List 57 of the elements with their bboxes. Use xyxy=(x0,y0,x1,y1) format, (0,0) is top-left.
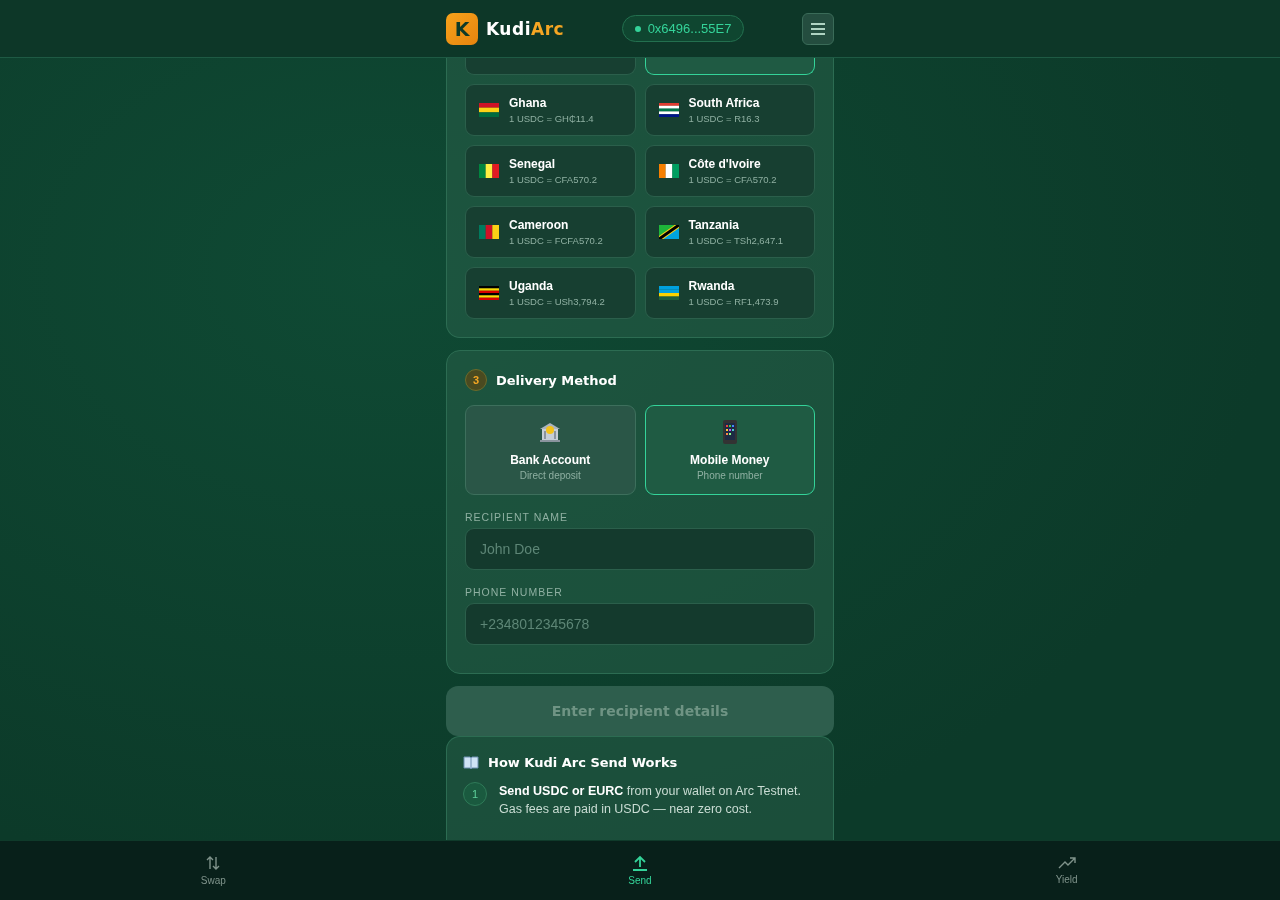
country-name: Senegal xyxy=(509,157,557,171)
phone-icon xyxy=(721,419,738,444)
input-field[interactable]: +2348012345678 xyxy=(465,603,815,645)
brand-name: KudiArc xyxy=(486,18,565,39)
flag-icon xyxy=(658,164,679,178)
step-number: 3 xyxy=(465,369,487,391)
country-option[interactable] xyxy=(644,58,815,75)
flag-icon xyxy=(479,164,499,178)
swap-arrows-icon xyxy=(205,855,222,871)
wallet-address-button[interactable]: 0x6496...55E7 xyxy=(621,15,745,42)
exchange-rate: 1 USDC = GH₵11.4 xyxy=(509,113,594,124)
country-option[interactable]: Ghana 1 USDC = GH₵11.4 xyxy=(465,84,636,136)
country-name: Uganda xyxy=(509,279,554,293)
nav-tab[interactable]: Swap xyxy=(186,841,240,900)
country-name: Ghana xyxy=(509,96,548,110)
upload-icon xyxy=(631,855,649,871)
field-label: PHONE NUMBER xyxy=(465,586,564,598)
country-option[interactable]: Rwanda 1 USDC = RF1,473.9 xyxy=(644,267,815,319)
flag-icon xyxy=(658,286,679,300)
section-title: Delivery Method xyxy=(496,372,617,388)
nav-tab[interactable]: Yield xyxy=(1041,841,1092,900)
country-name: Tanzania xyxy=(688,218,740,232)
flag-icon xyxy=(658,103,679,117)
exchange-rate: 1 USDC = RF1,473.9 xyxy=(688,296,779,307)
country-option[interactable]: Senegal 1 USDC = CFA570.2 xyxy=(465,145,636,197)
country-option[interactable]: Tanzania 1 USDC = TSh2,647.1 xyxy=(644,206,815,258)
menu-icon xyxy=(811,22,825,35)
book-icon xyxy=(463,756,479,769)
nav-tab[interactable]: Send xyxy=(614,841,666,900)
exchange-rate: 1 USDC = R16.3 xyxy=(688,113,760,124)
exchange-rate: 1 USDC = CFA570.2 xyxy=(688,174,777,185)
country-option[interactable]: Uganda 1 USDC = USh3,794.2 xyxy=(465,267,636,319)
delivery-method-option[interactable]: Bank Account Direct deposit xyxy=(465,405,636,495)
country-option[interactable]: South Africa 1 USDC = R16.3 xyxy=(644,84,815,136)
section-title: How Kudi Arc Send Works xyxy=(488,755,678,770)
logo-icon: K xyxy=(446,12,478,45)
country-option[interactable]: Cameroon 1 USDC = FCFA570.2 xyxy=(465,206,636,258)
flag-icon xyxy=(479,286,499,300)
country-name: Côte d'Ivoire xyxy=(688,157,762,171)
field-label: RECIPIENT NAME xyxy=(465,511,570,523)
menu-button[interactable] xyxy=(802,12,834,45)
country-name: Cameroon xyxy=(509,218,570,232)
step-number: 1 xyxy=(463,782,487,806)
flag-icon xyxy=(479,225,499,239)
delivery-method-option[interactable]: Mobile Money Phone number xyxy=(644,405,815,495)
exchange-rate: 1 USDC = TSh2,647.1 xyxy=(688,235,784,246)
country-option[interactable]: Côte d'Ivoire 1 USDC = CFA570.2 xyxy=(644,145,815,197)
flag-icon xyxy=(479,103,499,117)
exchange-rate: 1 USDC = CFA570.2 xyxy=(509,174,597,185)
input-field[interactable]: John Doe xyxy=(465,528,815,570)
exchange-rate: 1 USDC = FCFA570.2 xyxy=(509,235,603,246)
exchange-rate: 1 USDC = USh3,794.2 xyxy=(509,296,605,307)
country-name: South Africa xyxy=(688,96,760,110)
flag-icon xyxy=(658,225,679,239)
country-name: Rwanda xyxy=(688,279,736,293)
step-text: Send USDC or EURC from your wallet on Arc Testnet. Gas fees are paid in USDC — near zero cost. xyxy=(499,783,802,818)
trend-up-icon xyxy=(1057,856,1076,870)
